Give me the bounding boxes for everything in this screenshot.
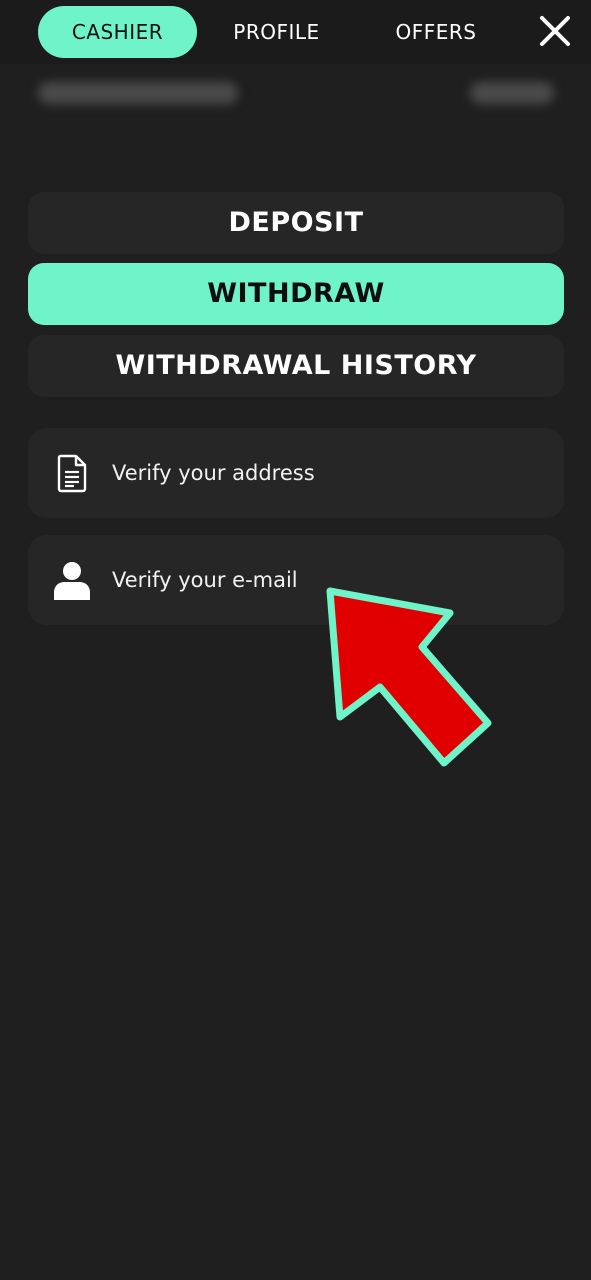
annotation-arrow-icon [310, 575, 510, 785]
tab-offers[interactable]: OFFERS [366, 6, 506, 58]
withdrawal-history-button[interactable]: WITHDRAWAL HISTORY [28, 335, 564, 397]
deposit-button[interactable]: DEPOSIT [28, 192, 564, 254]
withdraw-button[interactable]: WITHDRAW [28, 263, 564, 325]
close-icon [540, 16, 570, 46]
top-nav-bar: CASHIER PROFILE OFFERS [0, 0, 591, 64]
tab-cashier[interactable]: CASHIER [38, 6, 197, 58]
verify-address-label: Verify your address [112, 461, 315, 485]
account-info-strip [0, 64, 591, 124]
verify-email-label: Verify your e-mail [112, 568, 298, 592]
account-id-blurred [38, 82, 238, 104]
close-button[interactable] [537, 13, 573, 49]
user-icon [52, 560, 92, 600]
document-icon [52, 453, 92, 493]
verify-address-card[interactable]: Verify your address [28, 428, 564, 518]
tab-profile[interactable]: PROFILE [204, 6, 349, 58]
balance-blurred [470, 82, 554, 104]
